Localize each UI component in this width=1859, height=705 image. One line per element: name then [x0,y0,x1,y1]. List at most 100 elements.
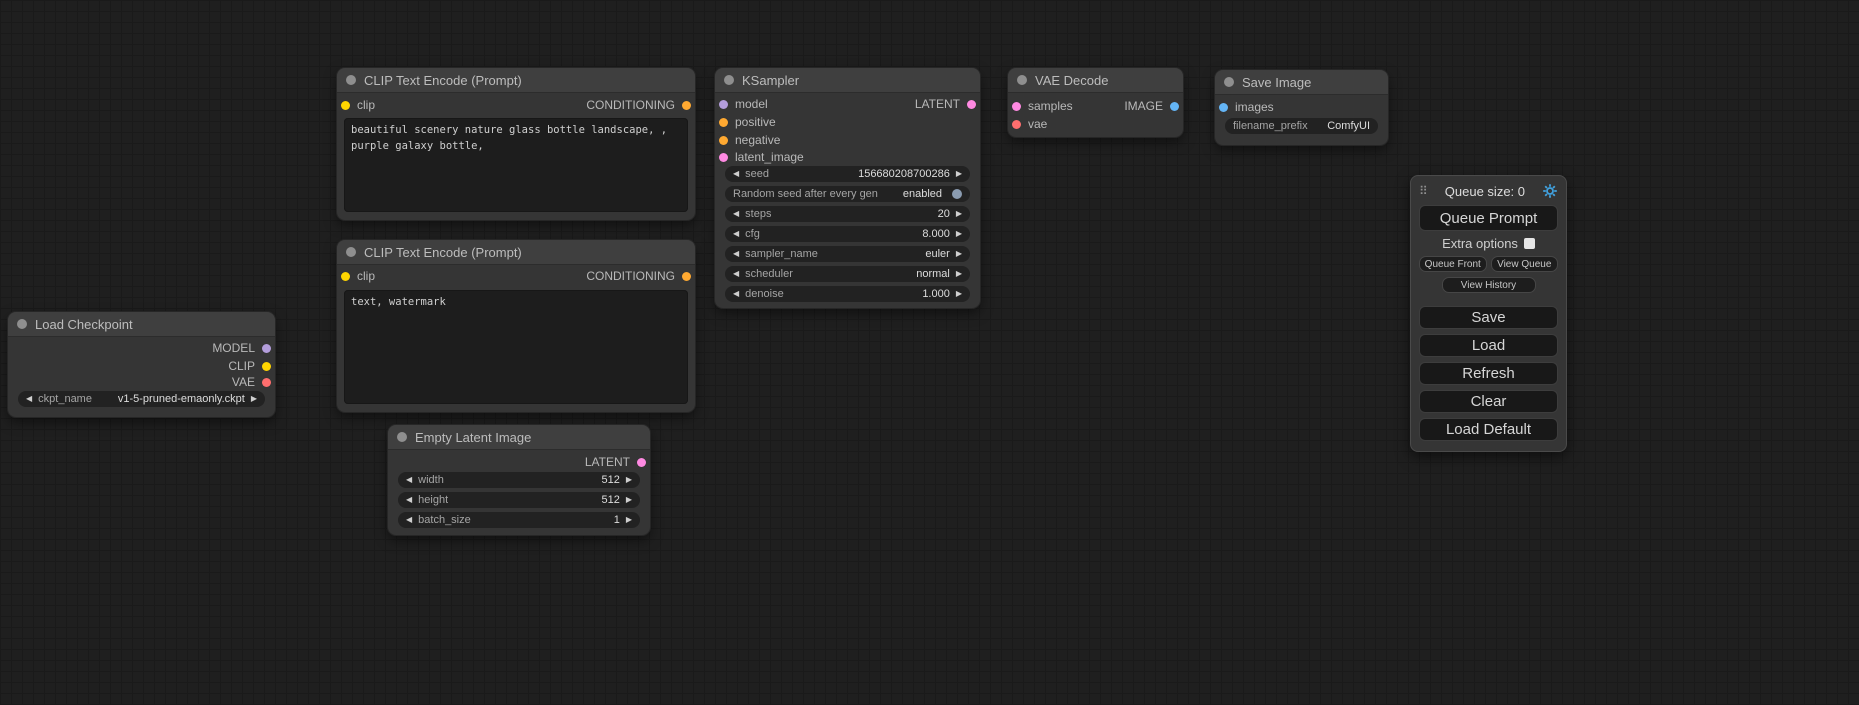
decrement-arrow-icon[interactable]: ◀ [406,496,412,504]
node-graph-canvas[interactable]: Load Checkpoint MODEL CLIP VAE ◀ ckpt_na… [0,0,1859,705]
width-number-widget[interactable]: ◀ width 512 ▶ [398,472,640,488]
node-clip-text-encode-positive[interactable]: CLIP Text Encode (Prompt) clip CONDITION… [337,68,695,220]
widget-label: seed [745,168,769,180]
decrement-arrow-icon[interactable]: ◀ [26,395,32,403]
node-vae-decode[interactable]: VAE Decode samples vae IMAGE [1008,68,1183,137]
settings-gear-icon[interactable] [1542,183,1558,199]
collapse-dot-icon[interactable] [397,432,407,442]
denoise-number-widget[interactable]: ◀ denoise 1.000 ▶ [725,286,970,302]
batch-size-number-widget[interactable]: ◀ batch_size 1 ▶ [398,512,640,528]
collapse-dot-icon[interactable] [346,247,356,257]
node-title: VAE Decode [1035,73,1108,88]
node-ksampler[interactable]: KSampler model positive negative latent_… [715,68,980,308]
input-port-model: model [719,97,768,111]
sampler-name-combo-widget[interactable]: ◀ sampler_name euler ▶ [725,246,970,262]
node-load-checkpoint[interactable]: Load Checkpoint MODEL CLIP VAE ◀ ckpt_na… [8,312,275,417]
port-label: clip [357,269,375,283]
node-title-bar[interactable]: KSampler [715,68,980,93]
widget-label: scheduler [745,268,793,280]
queue-size-label: Queue size: 0 [1432,184,1538,199]
image-output-socket[interactable] [1170,102,1179,111]
collapse-dot-icon[interactable] [1224,77,1234,87]
port-label: IMAGE [1124,99,1163,113]
node-clip-text-encode-negative[interactable]: CLIP Text Encode (Prompt) clip CONDITION… [337,240,695,412]
images-input-socket[interactable] [1219,103,1228,112]
vae-input-socket[interactable] [1012,120,1021,129]
positive-input-socket[interactable] [719,118,728,127]
node-title-bar[interactable]: CLIP Text Encode (Prompt) [337,68,695,93]
clip-input-socket[interactable] [341,101,350,110]
increment-arrow-icon[interactable]: ▶ [626,496,632,504]
negative-prompt-textarea[interactable]: text, watermark [344,290,688,404]
refresh-button[interactable]: Refresh [1419,362,1558,385]
queue-front-button[interactable]: Queue Front [1419,256,1487,272]
node-title-bar[interactable]: Empty Latent Image [388,425,650,450]
latent-output-socket[interactable] [967,100,976,109]
filename-prefix-text-widget[interactable]: filename_prefix ComfyUI [1225,118,1378,134]
samples-input-socket[interactable] [1012,102,1021,111]
extra-options-checkbox[interactable] [1524,238,1535,249]
random-seed-toggle-widget[interactable]: Random seed after every gen enabled [725,186,970,202]
port-label: vae [1028,117,1047,131]
widget-value: enabled [903,188,942,200]
decrement-arrow-icon[interactable]: ◀ [733,170,739,178]
vae-output-socket[interactable] [262,378,271,387]
increment-arrow-icon[interactable]: ▶ [956,230,962,238]
view-history-button[interactable]: View History [1442,277,1536,293]
decrement-arrow-icon[interactable]: ◀ [733,210,739,218]
ckpt-name-combo-widget[interactable]: ◀ ckpt_name v1-5-pruned-emaonly.ckpt ▶ [18,391,265,407]
collapse-dot-icon[interactable] [346,75,356,85]
clip-output-socket[interactable] [262,362,271,371]
collapse-dot-icon[interactable] [1017,75,1027,85]
increment-arrow-icon[interactable]: ▶ [956,210,962,218]
scheduler-combo-widget[interactable]: ◀ scheduler normal ▶ [725,266,970,282]
drag-handle-icon[interactable]: ⠿ [1419,184,1428,198]
decrement-arrow-icon[interactable]: ◀ [406,516,412,524]
decrement-arrow-icon[interactable]: ◀ [733,250,739,258]
view-queue-button[interactable]: View Queue [1491,256,1559,272]
save-button[interactable]: Save [1419,306,1558,329]
node-title-bar[interactable]: Save Image [1215,70,1388,95]
conditioning-output-socket[interactable] [682,272,691,281]
node-title-bar[interactable]: Load Checkpoint [8,312,275,337]
decrement-arrow-icon[interactable]: ◀ [733,230,739,238]
seed-toggle-dot[interactable] [952,189,962,199]
increment-arrow-icon[interactable]: ▶ [956,250,962,258]
cfg-number-widget[interactable]: ◀ cfg 8.000 ▶ [725,226,970,242]
node-title-bar[interactable]: CLIP Text Encode (Prompt) [337,240,695,265]
increment-arrow-icon[interactable]: ▶ [626,476,632,484]
load-button[interactable]: Load [1419,334,1558,357]
decrement-arrow-icon[interactable]: ◀ [406,476,412,484]
increment-arrow-icon[interactable]: ▶ [251,395,257,403]
input-port-samples: samples [1012,99,1073,113]
load-default-button[interactable]: Load Default [1419,418,1558,441]
negative-input-socket[interactable] [719,136,728,145]
seed-number-widget[interactable]: ◀ seed 156680208700286 ▶ [725,166,970,182]
decrement-arrow-icon[interactable]: ◀ [733,270,739,278]
increment-arrow-icon[interactable]: ▶ [956,270,962,278]
model-output-socket[interactable] [262,344,271,353]
increment-arrow-icon[interactable]: ▶ [956,170,962,178]
collapse-dot-icon[interactable] [17,319,27,329]
node-title-bar[interactable]: VAE Decode [1008,68,1183,93]
increment-arrow-icon[interactable]: ▶ [626,516,632,524]
collapse-dot-icon[interactable] [724,75,734,85]
port-label: model [735,97,768,111]
input-port-negative: negative [719,133,780,147]
latent-image-input-socket[interactable] [719,153,728,162]
port-label: negative [735,133,780,147]
latent-output-socket[interactable] [637,458,646,467]
decrement-arrow-icon[interactable]: ◀ [733,290,739,298]
clip-input-socket[interactable] [341,272,350,281]
positive-prompt-textarea[interactable]: beautiful scenery nature glass bottle la… [344,118,688,212]
increment-arrow-icon[interactable]: ▶ [956,290,962,298]
queue-prompt-button[interactable]: Queue Prompt [1419,205,1558,231]
clear-button[interactable]: Clear [1419,390,1558,413]
node-save-image[interactable]: Save Image images filename_prefix ComfyU… [1215,70,1388,145]
conditioning-output-socket[interactable] [682,101,691,110]
height-number-widget[interactable]: ◀ height 512 ▶ [398,492,640,508]
output-port-latent: LATENT [585,455,646,469]
node-empty-latent-image[interactable]: Empty Latent Image LATENT ◀ width 512 ▶ … [388,425,650,535]
steps-number-widget[interactable]: ◀ steps 20 ▶ [725,206,970,222]
model-input-socket[interactable] [719,100,728,109]
